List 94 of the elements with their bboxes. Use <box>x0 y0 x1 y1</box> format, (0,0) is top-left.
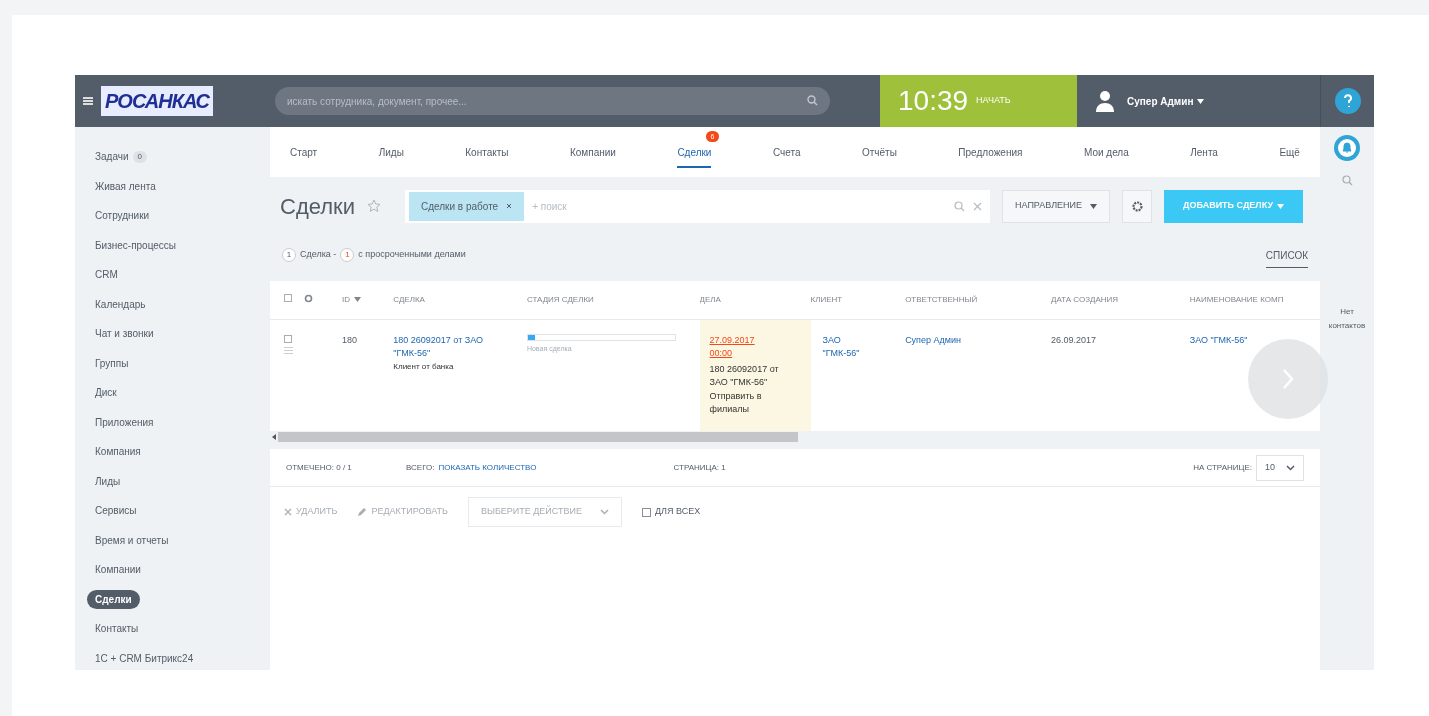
column-header[interactable]: ОТВЕТСТВЕННЫЙ <box>905 293 978 306</box>
sidebar-item[interactable]: Сотрудники <box>95 208 150 224</box>
sidebar-item[interactable]: Задачи <box>95 149 129 165</box>
close-icon <box>284 508 292 516</box>
sidebar-item[interactable]: Сделки <box>87 589 140 609</box>
nav-tab[interactable]: Ещё <box>1279 136 1300 168</box>
star-icon[interactable] <box>367 199 381 213</box>
counter-badge: 1 <box>282 248 296 262</box>
filter-chip[interactable]: Сделки в работе <box>409 191 525 221</box>
deal-link[interactable]: 180 26092017 от ЗАО "ГМК-56" <box>393 333 519 361</box>
sidebar-item[interactable]: Группы <box>95 355 129 371</box>
sidebar-item[interactable]: Бизнес-процессы <box>95 237 177 253</box>
user-icon[interactable] <box>1095 90 1115 112</box>
menu-icon[interactable] <box>83 96 93 106</box>
scrollbar[interactable] <box>278 432 798 442</box>
page-number: СТРАНИЦА: 1 <box>673 461 727 474</box>
nav-tab[interactable]: Компании <box>569 136 616 168</box>
sidebar-item[interactable]: Приложения <box>95 414 154 430</box>
column-header[interactable]: ДЕЛА <box>699 293 721 306</box>
nav-tab[interactable]: Старт <box>290 136 318 168</box>
direction-dropdown[interactable]: НАПРАВЛЕНИЕ <box>1002 189 1111 223</box>
close-icon[interactable] <box>506 203 513 209</box>
counter-text[interactable]: с просроченными делами <box>358 248 466 262</box>
caret-icon <box>353 297 361 303</box>
sidebar-item[interactable]: 1С + CRM Битрикс24 <box>95 650 194 666</box>
column-header[interactable]: ID <box>341 293 361 306</box>
caret-icon <box>1277 203 1284 209</box>
checkbox[interactable] <box>284 334 292 343</box>
per-page-label: НА СТРАНИЦЕ: <box>1193 461 1252 474</box>
sidebar-item[interactable]: Компания <box>95 444 141 460</box>
search-field[interactable]: искать сотрудника, документ, прочее... <box>275 87 830 115</box>
counter-badge: 1 <box>340 248 355 262</box>
total-label: ВСЕГО: <box>406 461 435 474</box>
deal-note: Клиент от банка <box>393 360 455 373</box>
clock-time: 10:39 <box>898 84 969 118</box>
selected-count: ОТМЕЧЕНО: 0 / 1 <box>286 461 353 474</box>
caret-icon <box>1197 98 1205 104</box>
company-link[interactable]: ЗАО "ГМК-56" <box>1189 334 1248 345</box>
search-field[interactable]: + поиск <box>532 194 946 218</box>
list-view-tab[interactable]: СПИСОК <box>1265 248 1308 268</box>
column-header[interactable]: НАИМЕНОВАНИЕ КОМП <box>1189 293 1284 306</box>
settings-button[interactable] <box>1122 189 1153 223</box>
notification-icon[interactable] <box>1334 135 1360 161</box>
column-header[interactable]: СТАДИЯ СДЕЛКИ <box>526 293 594 306</box>
nav-tab[interactable]: Отчёты <box>862 136 897 168</box>
show-count-link[interactable]: ПОКАЗАТЬ КОЛИЧЕСТВО <box>438 461 674 474</box>
nav-tab[interactable]: Счета <box>772 136 801 168</box>
column-header[interactable]: ДАТА СОЗДАНИЯ <box>1051 293 1119 306</box>
search-icon[interactable] <box>954 200 965 212</box>
settings-icon[interactable] <box>304 293 313 303</box>
activity-date[interactable]: 27.09.2017 00:00 <box>709 333 760 361</box>
sidebar-item[interactable]: Живая лента <box>95 178 156 194</box>
chevron-down-icon <box>1286 464 1295 471</box>
sidebar-item[interactable]: Время и отчеты <box>95 532 169 548</box>
nav-tab[interactable]: Контакты <box>465 136 509 168</box>
chevron-down-icon <box>599 509 609 515</box>
sidebar-item[interactable]: CRM <box>95 267 118 283</box>
filter-field[interactable]: Сделки в работе + поиск <box>405 189 990 223</box>
sidebar-item[interactable]: Диск <box>95 385 117 401</box>
search-icon[interactable] <box>807 95 818 106</box>
nav-tab[interactable]: Предложения <box>958 136 1023 168</box>
page-title: Сделки <box>280 192 355 221</box>
sidebar-item[interactable]: Компании <box>95 562 141 578</box>
chevron-right-icon <box>1282 368 1294 390</box>
sidebar-item[interactable]: Календарь <box>95 296 146 312</box>
responsible-link[interactable]: Супер Админ <box>905 334 961 345</box>
checkbox[interactable] <box>284 294 292 302</box>
caret-icon <box>1090 203 1098 209</box>
table-cell: 26.09.2017 <box>1051 334 1097 345</box>
activity-text: 180 26092017 от ЗАО "ГМК-56" Отправить в филиалы <box>709 362 780 416</box>
pencil-icon <box>357 507 368 517</box>
empty-contacts-text: Нет контактов <box>1327 306 1367 332</box>
scroll-left-icon[interactable] <box>272 434 276 440</box>
client-link[interactable]: ЗАО "ГМК-56" <box>822 333 873 361</box>
sidebar-item[interactable]: Сервисы <box>95 503 137 519</box>
checkbox[interactable] <box>641 507 651 517</box>
for-all-label[interactable]: ДЛЯ ВСЕХ <box>654 505 701 519</box>
logo[interactable]: РОСАНКАС <box>101 86 213 116</box>
column-header[interactable]: КЛИЕНТ <box>810 293 843 306</box>
nav-tab[interactable]: Мои дела <box>1083 136 1129 168</box>
column-header[interactable]: СДЕЛКА <box>393 293 425 306</box>
search-icon[interactable] <box>1341 175 1353 186</box>
sidebar-item[interactable]: Контакты <box>95 621 139 637</box>
counter-text[interactable]: Сделка - <box>300 248 337 262</box>
counter-badge: 0 <box>132 150 148 163</box>
per-page-dropdown[interactable]: 10 <box>1256 454 1304 481</box>
sidebar-item[interactable]: Лиды <box>95 473 121 489</box>
nav-tab[interactable]: Лента <box>1190 136 1218 168</box>
help-icon[interactable] <box>1334 88 1361 114</box>
user-name[interactable]: Супер Админ <box>1127 93 1205 109</box>
settings-icon <box>1131 200 1143 212</box>
nav-tab[interactable]: Лиды <box>378 136 404 168</box>
sidebar-item[interactable]: Чат и звонки <box>95 326 154 342</box>
table-cell: 180 <box>341 334 357 345</box>
